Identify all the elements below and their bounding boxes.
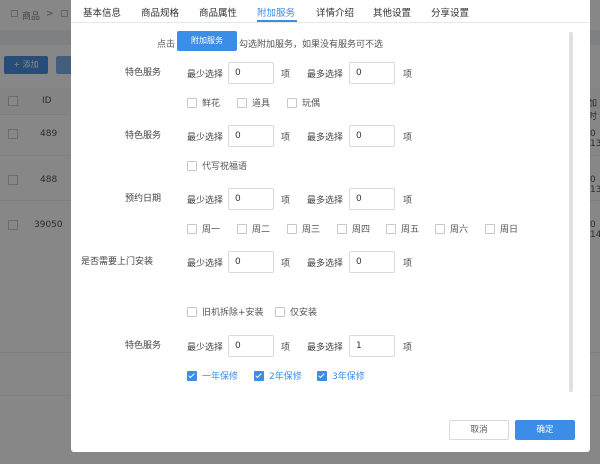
confirm-button[interactable]: 确定 (515, 420, 575, 440)
additional-services-button[interactable]: 附加服务 (177, 31, 237, 51)
tab-basic-info[interactable]: 基本信息 (83, 5, 121, 19)
option-label: 玩偶 (302, 99, 321, 109)
option-label: 2年保修 (269, 372, 302, 382)
group-label: 特色服务 (124, 341, 161, 351)
checkbox-box[interactable] (187, 307, 197, 317)
tab-share-settings[interactable]: 分享设置 (431, 5, 469, 19)
group-label: 是否需要上门安装 (80, 257, 153, 267)
cancel-button[interactable]: 取消 (449, 420, 509, 440)
min-unit: 项 (281, 70, 291, 80)
checkbox-box[interactable] (435, 224, 445, 234)
min-select-label: 最少选择 (187, 343, 224, 353)
option-label: 周五 (401, 225, 420, 235)
max-select-input[interactable]: 0 (349, 188, 395, 210)
checkbox-box[interactable] (287, 224, 297, 234)
checkbox-box[interactable] (275, 307, 285, 317)
checkbox-box[interactable] (187, 224, 197, 234)
option-label: 仅安装 (290, 308, 318, 318)
checkbox-box[interactable] (337, 224, 347, 234)
group-label: 特色服务 (124, 131, 161, 141)
checkbox-box[interactable] (386, 224, 396, 234)
max-select-input[interactable]: 0 (349, 125, 395, 147)
tab-additional-services[interactable]: 附加服务 (257, 5, 295, 19)
max-unit: 项 (403, 343, 413, 353)
min-select-label: 最少选择 (187, 196, 224, 206)
min-select-input[interactable]: 0 (228, 188, 274, 210)
tab-bar: 基本信息 商品规格 商品属性 附加服务 详情介绍 其他设置 分享设置 (71, 0, 590, 23)
option-label: 周六 (450, 225, 469, 235)
max-unit: 项 (403, 196, 413, 206)
scrollbar-thumb[interactable] (569, 32, 573, 392)
option-label: 周二 (252, 225, 271, 235)
max-select-label: 最多选择 (307, 259, 344, 269)
max-select-input[interactable]: 0 (349, 251, 395, 273)
active-tab-indicator (257, 20, 297, 22)
tab-other-settings[interactable]: 其他设置 (373, 5, 411, 19)
min-select-input[interactable]: 0 (228, 125, 274, 147)
option-label: 代写祝福语 (202, 162, 248, 172)
hint-text: 勾选附加服务，如果没有服务可不选 (239, 40, 384, 50)
min-unit: 项 (281, 196, 291, 206)
checkbox-box-checked[interactable] (317, 371, 327, 381)
max-select-label: 最多选择 (307, 343, 344, 353)
checkbox-box[interactable] (485, 224, 495, 234)
checkbox-box-checked[interactable] (254, 371, 264, 381)
checkbox-box[interactable] (237, 98, 247, 108)
product-edit-modal: 基本信息 商品规格 商品属性 附加服务 详情介绍 其他设置 分享设置 点击 附加… (71, 0, 590, 452)
min-unit: 项 (281, 343, 291, 353)
min-unit: 项 (281, 133, 291, 143)
tab-specs[interactable]: 商品规格 (141, 5, 179, 19)
option-label: 周一 (202, 225, 221, 235)
min-select-label: 最少选择 (187, 259, 224, 269)
hint-prefix: 点击 (157, 40, 176, 50)
option-label: 旧机拆除+安装 (202, 308, 264, 318)
max-select-input[interactable]: 0 (349, 62, 395, 84)
option-label: 道具 (252, 99, 271, 109)
option-label: 3年保修 (332, 372, 365, 382)
min-select-input[interactable]: 0 (228, 62, 274, 84)
max-select-label: 最多选择 (307, 133, 344, 143)
max-select-input[interactable]: 1 (349, 335, 395, 357)
min-select-label: 最少选择 (187, 70, 224, 80)
checkbox-box[interactable] (187, 98, 197, 108)
max-unit: 项 (403, 133, 413, 143)
min-select-label: 最少选择 (187, 133, 224, 143)
option-label: 周日 (500, 225, 519, 235)
checkbox-box[interactable] (187, 161, 197, 171)
option-label: 一年保修 (202, 372, 239, 382)
max-unit: 项 (403, 70, 413, 80)
checkbox-box-checked[interactable] (187, 371, 197, 381)
max-unit: 项 (403, 259, 413, 269)
max-select-label: 最多选择 (307, 70, 344, 80)
max-select-label: 最多选择 (307, 196, 344, 206)
option-label: 周四 (352, 225, 371, 235)
tab-details[interactable]: 详情介绍 (316, 5, 354, 19)
option-label: 周三 (302, 225, 321, 235)
min-select-input[interactable]: 0 (228, 335, 274, 357)
min-unit: 项 (281, 259, 291, 269)
option-label: 鲜花 (202, 99, 221, 109)
min-select-input[interactable]: 0 (228, 251, 274, 273)
group-label: 预约日期 (124, 194, 161, 204)
tab-attributes[interactable]: 商品属性 (199, 5, 237, 19)
checkbox-box[interactable] (287, 98, 297, 108)
checkbox-box[interactable] (237, 224, 247, 234)
group-label: 特色服务 (124, 68, 161, 78)
